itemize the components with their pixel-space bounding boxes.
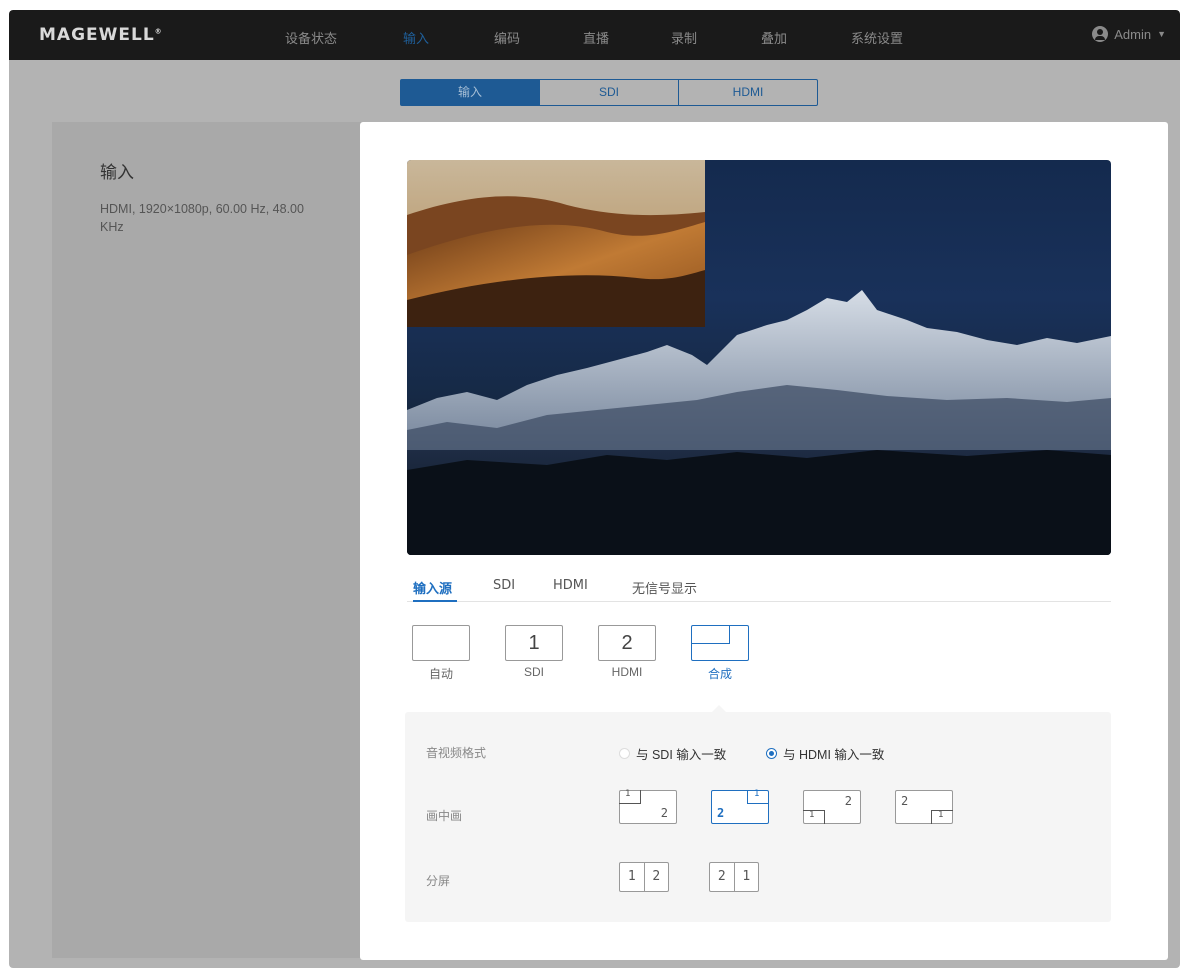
source-hdmi-label: HDMI xyxy=(611,665,643,679)
source-composite-label: 合成 xyxy=(707,667,732,681)
av-format-label: 音视频格式 xyxy=(426,746,487,760)
av-option-sdi-label: 与 SDI 输入一致 xyxy=(636,748,727,762)
pip-layout-top-right[interactable]: 1 2 xyxy=(711,789,769,824)
nav-live[interactable]: 直播 xyxy=(583,28,609,47)
split-layout-1-2[interactable]: 1 2 xyxy=(619,862,669,892)
pip-label: 画中画 xyxy=(426,809,463,823)
source-option-auto[interactable]: 自动 xyxy=(412,625,470,682)
active-tab-underline xyxy=(413,600,457,602)
top-navigation-bar: MAGEWELL® 设备状态 输入 编码 直播 录制 叠加 系统设置 Admin… xyxy=(9,10,1180,60)
nav-overlay[interactable]: 叠加 xyxy=(761,28,787,47)
av-option-hdmi[interactable]: 与 HDMI 输入一致 xyxy=(766,744,884,763)
sidebar-title: 输入 xyxy=(100,163,134,183)
nav-system-settings[interactable]: 系统设置 xyxy=(851,28,903,47)
pip-layout-bottom-left[interactable]: 1 2 xyxy=(803,790,861,824)
source-auto-box xyxy=(412,625,470,661)
radio-unchecked-icon xyxy=(619,748,630,759)
nav-record[interactable]: 录制 xyxy=(671,28,697,47)
subtab-sdi[interactable]: SDI xyxy=(540,80,679,105)
user-icon xyxy=(1092,26,1109,42)
source-option-hdmi[interactable]: 2 HDMI xyxy=(598,625,656,679)
source-tabs: 输入源 SDI HDMI 无信号显示 xyxy=(407,574,1111,602)
input-subtabs: 输入 SDI HDMI xyxy=(400,79,818,106)
tab-input-source[interactable]: 输入源 xyxy=(413,578,452,597)
tab-hdmi[interactable]: HDMI xyxy=(553,578,588,593)
sidebar-input-description: HDMI, 1920×1080p, 60.00 Hz, 48.00 KHz xyxy=(100,202,304,234)
pip-layout-bottom-right[interactable]: 1 2 xyxy=(895,790,953,824)
source-auto-label: 自动 xyxy=(428,667,453,681)
source-option-composite[interactable]: 合成 xyxy=(691,625,749,682)
split-label: 分屏 xyxy=(426,874,451,888)
tab-sdi[interactable]: SDI xyxy=(493,578,515,593)
source-hdmi-box: 2 xyxy=(598,625,656,661)
caret-down-icon: ▼ xyxy=(1157,29,1166,39)
composite-layout-icon xyxy=(691,625,749,661)
source-sdi-box: 1 xyxy=(505,625,563,661)
nav-device-status[interactable]: 设备状态 xyxy=(285,28,337,47)
composite-settings-panel: 音视频格式 与 SDI 输入一致 与 HDMI 输入一致 画中画 1 2 1 2… xyxy=(405,705,1111,922)
nav-encode[interactable]: 编码 xyxy=(494,28,520,47)
pip-layout-top-left[interactable]: 1 2 xyxy=(619,789,677,824)
user-name: Admin xyxy=(1114,26,1152,42)
source-sdi-label: SDI xyxy=(523,665,544,679)
pip-inset-image xyxy=(407,160,705,327)
input-source-modal: 输入源 SDI HDMI 无信号显示 自动 1 SDI 2 HDMI 合成 音视… xyxy=(360,122,1168,960)
tab-no-signal[interactable]: 无信号显示 xyxy=(632,578,697,597)
user-menu[interactable]: Admin ▼ xyxy=(1092,26,1166,42)
subtab-input[interactable]: 输入 xyxy=(401,80,540,105)
split-layout-2-1[interactable]: 2 1 xyxy=(709,862,759,892)
magewell-logo: MAGEWELL® xyxy=(39,25,163,45)
subtab-hdmi[interactable]: HDMI xyxy=(679,80,817,105)
video-preview xyxy=(407,160,1111,555)
nav-input[interactable]: 输入 xyxy=(403,28,429,47)
source-option-sdi[interactable]: 1 SDI xyxy=(505,625,563,679)
radio-checked-icon xyxy=(766,748,777,759)
av-option-sdi[interactable]: 与 SDI 输入一致 xyxy=(619,744,726,763)
av-option-hdmi-label: 与 HDMI 输入一致 xyxy=(783,748,885,762)
